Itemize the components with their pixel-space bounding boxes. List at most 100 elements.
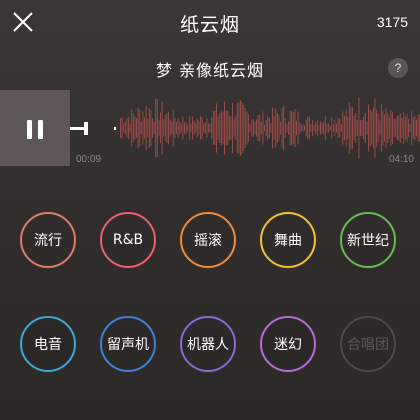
help-button[interactable]: ? (388, 58, 408, 78)
waveform-bar (219, 113, 221, 143)
genre-button[interactable]: 新世纪 (340, 212, 396, 268)
genre-button[interactable]: 流行 (20, 212, 76, 268)
genre-button[interactable]: 迷幻 (260, 316, 316, 372)
waveform-bar (292, 112, 294, 144)
waveform-bar (190, 123, 192, 133)
waveform-bar (340, 124, 342, 132)
waveform-bar (363, 116, 365, 140)
waveform-bar (163, 119, 165, 137)
waveform-bar (193, 120, 195, 136)
waveform-bar (310, 124, 312, 132)
waveform-bar (404, 116, 406, 140)
waveform-bar (315, 122, 317, 134)
waveform-bar (248, 113, 249, 142)
waveform-bar (366, 121, 368, 135)
waveform-bar (249, 124, 251, 132)
waveform-bar (144, 117, 145, 139)
pause-button[interactable] (0, 90, 70, 166)
genre-button[interactable]: 留声机 (100, 316, 156, 372)
waveform-bar (184, 121, 185, 135)
song-row: 梦 亲像纸云烟 ? (0, 52, 420, 82)
genre-label: 舞曲 (274, 233, 302, 249)
genre-button[interactable]: R&B (100, 212, 156, 268)
waveform-bar (395, 118, 397, 138)
waveform-bar (155, 98, 157, 158)
waveform-bar (272, 107, 273, 149)
waveform-bar (356, 120, 358, 136)
waveform-bar (286, 123, 288, 133)
waveform-bar (212, 111, 214, 145)
waveform-bar (390, 110, 392, 146)
waveform-bar (336, 123, 337, 133)
genre-button[interactable]: 机器人 (180, 316, 236, 372)
waveform-bar (232, 102, 233, 154)
waveform-bar (169, 119, 171, 137)
waveform-bar (198, 120, 200, 136)
waveform-bar (345, 109, 347, 147)
waveform-bar (252, 119, 254, 137)
waveform-bar (256, 119, 257, 137)
waveform-bar (379, 120, 381, 136)
waveform-bar (267, 115, 269, 141)
waveform-bar (273, 116, 275, 140)
waveform-bar (246, 111, 248, 145)
waveform-bar (182, 116, 184, 140)
genre-button[interactable]: 摇滚 (180, 212, 236, 268)
waveform-bar (376, 109, 377, 147)
waveform-bar (209, 123, 211, 133)
waveform-bar (129, 123, 131, 133)
waveform-bar (160, 112, 161, 144)
waveform-bar (227, 110, 229, 146)
waveform-bar (371, 111, 373, 145)
waveform[interactable] (70, 90, 420, 166)
waveform-bar (126, 118, 128, 138)
waveform-bar (200, 116, 201, 140)
waveform-bar (203, 123, 205, 133)
waveform-bar (388, 117, 390, 139)
genre-label: 电音 (34, 337, 62, 353)
pause-icon (27, 120, 32, 139)
genre-button: 合唱团 (340, 316, 396, 372)
waveform-bar (164, 115, 166, 141)
waveform-bar (259, 114, 261, 142)
current-time: 00:09 (76, 154, 102, 165)
waveform-bar (241, 102, 243, 154)
waveform-bar (260, 121, 262, 135)
song-title: 梦 亲像纸云烟 (155, 61, 265, 80)
waveform-bar (257, 115, 259, 141)
waveform-bar (268, 117, 270, 139)
waveform-bar (328, 123, 329, 133)
audio-player: 00:09 04:10 (0, 90, 420, 166)
waveform-bar (337, 118, 339, 138)
waveform-bar (324, 115, 326, 141)
genre-label: 新世纪 (347, 233, 389, 249)
played-track (70, 127, 84, 130)
genre-button[interactable]: 舞曲 (260, 212, 316, 268)
waveform-bar (387, 112, 389, 143)
waveform-bar (403, 112, 405, 144)
waveform-bar (299, 122, 301, 134)
waveform-bar (329, 125, 331, 131)
waveform-bar (408, 119, 409, 137)
genre-label: R&B (112, 232, 144, 248)
waveform-bar (331, 117, 333, 139)
playhead-handle[interactable] (84, 122, 88, 135)
waveform-bar (358, 97, 360, 159)
waveform-bar (166, 113, 168, 143)
genre-button[interactable]: 电音 (20, 316, 76, 372)
waveform-bar (396, 115, 398, 141)
waveform-bar (124, 121, 126, 135)
progress-marker (114, 127, 116, 130)
waveform-bar (208, 123, 209, 133)
waveform-bar (222, 111, 224, 144)
waveform-bar (123, 123, 125, 133)
waveform-bar (188, 116, 190, 140)
waveform-bar (377, 113, 379, 144)
waveform-bar (417, 114, 419, 142)
waveform-bar (348, 103, 350, 153)
waveform-bar (393, 119, 395, 137)
waveform-bar (177, 118, 179, 138)
waveform-bar (195, 123, 197, 133)
genre-label: 迷幻 (274, 337, 302, 353)
waveform-bar (121, 117, 123, 139)
